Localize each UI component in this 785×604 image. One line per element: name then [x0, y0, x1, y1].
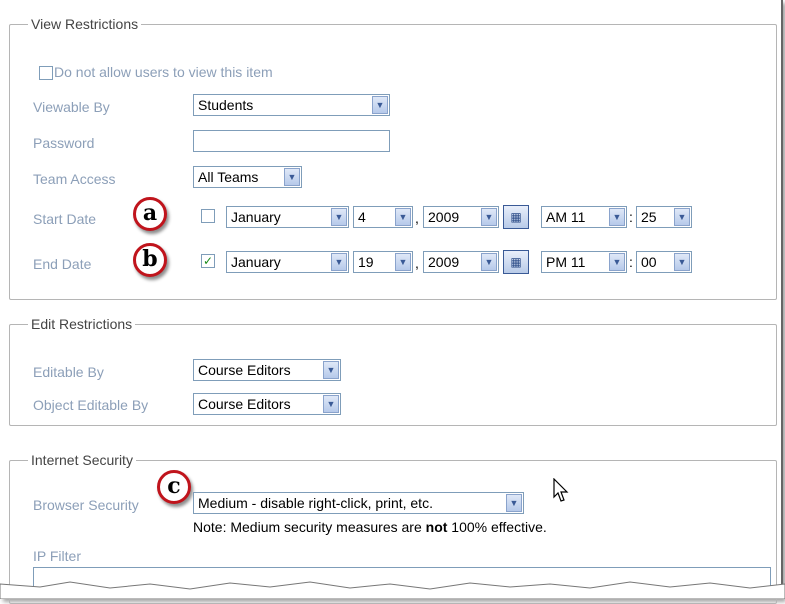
- chevron-down-icon: ▼: [395, 208, 411, 226]
- start-year-select[interactable]: 2009 ▼: [423, 206, 499, 228]
- end-month-select[interactable]: January ▼: [226, 251, 349, 273]
- object-editable-by-value: Course Editors: [198, 396, 291, 412]
- mouse-cursor-icon: [553, 478, 569, 502]
- team-access-label: Team Access: [33, 171, 116, 187]
- team-access-select[interactable]: All Teams ▼: [193, 166, 302, 188]
- end-year-select[interactable]: 2009 ▼: [423, 251, 499, 273]
- internet-security-legend: Internet Security: [31, 452, 133, 468]
- password-input[interactable]: [193, 130, 390, 152]
- end-date-label: End Date: [33, 256, 92, 272]
- chevron-down-icon: ▼: [609, 253, 625, 271]
- chevron-down-icon: ▼: [481, 253, 497, 271]
- ip-filter-label: IP Filter: [33, 548, 81, 564]
- chevron-down-icon: ▼: [284, 168, 300, 186]
- end-minute-select[interactable]: 00 ▼: [636, 251, 692, 273]
- time-separator: :: [629, 209, 633, 225]
- chevron-down-icon: ▼: [609, 208, 625, 226]
- do-not-allow-label: Do not allow users to view this item: [54, 64, 273, 80]
- start-date-label: Start Date: [33, 211, 97, 227]
- start-day-value: 4: [358, 209, 366, 225]
- viewable-by-select[interactable]: Students ▼: [193, 94, 390, 116]
- callout-b-badge: b: [133, 243, 167, 277]
- start-day-select[interactable]: 4 ▼: [353, 206, 413, 228]
- browser-security-value: Medium - disable right-click, print, etc…: [198, 495, 433, 511]
- end-minute-value: 00: [641, 254, 657, 270]
- end-date-checkbox[interactable]: ✓: [201, 254, 215, 268]
- start-month-value: January: [231, 209, 281, 225]
- team-access-value: All Teams: [198, 169, 259, 185]
- end-month-value: January: [231, 254, 281, 270]
- chevron-down-icon: ▼: [372, 96, 388, 114]
- end-day-value: 19: [358, 254, 374, 270]
- chevron-down-icon: ▼: [323, 361, 339, 379]
- editable-by-select[interactable]: Course Editors ▼: [193, 359, 341, 381]
- editable-by-value: Course Editors: [198, 362, 291, 378]
- time-separator: :: [629, 254, 633, 270]
- start-hour-select[interactable]: AM 11 ▼: [541, 206, 627, 228]
- torn-edge: [0, 581, 785, 599]
- password-label: Password: [33, 135, 95, 151]
- chevron-down-icon: ▼: [323, 395, 339, 413]
- end-hour-select[interactable]: PM 11 ▼: [541, 251, 627, 273]
- end-day-select[interactable]: 19 ▼: [353, 251, 413, 273]
- end-hour-value: PM 11: [546, 254, 586, 270]
- calendar-icon[interactable]: ▦: [503, 205, 529, 229]
- edit-restrictions-legend: Edit Restrictions: [31, 316, 133, 332]
- do-not-allow-checkbox[interactable]: [39, 66, 53, 80]
- start-month-select[interactable]: January ▼: [226, 206, 349, 228]
- browser-security-select[interactable]: Medium - disable right-click, print, etc…: [193, 492, 524, 514]
- viewable-by-label: Viewable By: [33, 99, 110, 115]
- start-hour-value: AM 11: [546, 209, 586, 225]
- settings-panel: View Restrictions Do not allow users to …: [0, 0, 785, 604]
- date-separator: ,: [415, 255, 419, 271]
- callout-a-badge: a: [133, 197, 167, 231]
- viewable-by-value: Students: [198, 97, 254, 113]
- calendar-icon[interactable]: ▦: [503, 250, 529, 274]
- security-note-bold: not: [425, 519, 448, 535]
- security-note-suffix: 100% effective.: [447, 519, 547, 535]
- view-restrictions-legend: View Restrictions: [31, 16, 139, 32]
- date-separator: ,: [415, 210, 419, 226]
- start-minute-value: 25: [641, 209, 657, 225]
- start-minute-select[interactable]: 25 ▼: [636, 206, 692, 228]
- object-editable-by-label: Object Editable By: [33, 397, 149, 413]
- object-editable-by-select[interactable]: Course Editors ▼: [193, 393, 341, 415]
- callout-c-badge: c: [157, 470, 191, 504]
- end-year-value: 2009: [428, 254, 460, 270]
- chevron-down-icon: ▼: [331, 253, 347, 271]
- chevron-down-icon: ▼: [481, 208, 497, 226]
- start-year-value: 2009: [428, 209, 460, 225]
- editable-by-label: Editable By: [33, 364, 104, 380]
- chevron-down-icon: ▼: [674, 208, 690, 226]
- chevron-down-icon: ▼: [506, 494, 522, 512]
- start-date-checkbox[interactable]: [201, 209, 215, 223]
- chevron-down-icon: ▼: [395, 253, 411, 271]
- chevron-down-icon: ▼: [674, 253, 690, 271]
- browser-security-label: Browser Security: [33, 497, 139, 513]
- chevron-down-icon: ▼: [331, 208, 347, 226]
- security-note: Note: Medium security measures are not 1…: [193, 519, 547, 535]
- security-note-prefix: Note: Medium security measures are: [193, 519, 426, 535]
